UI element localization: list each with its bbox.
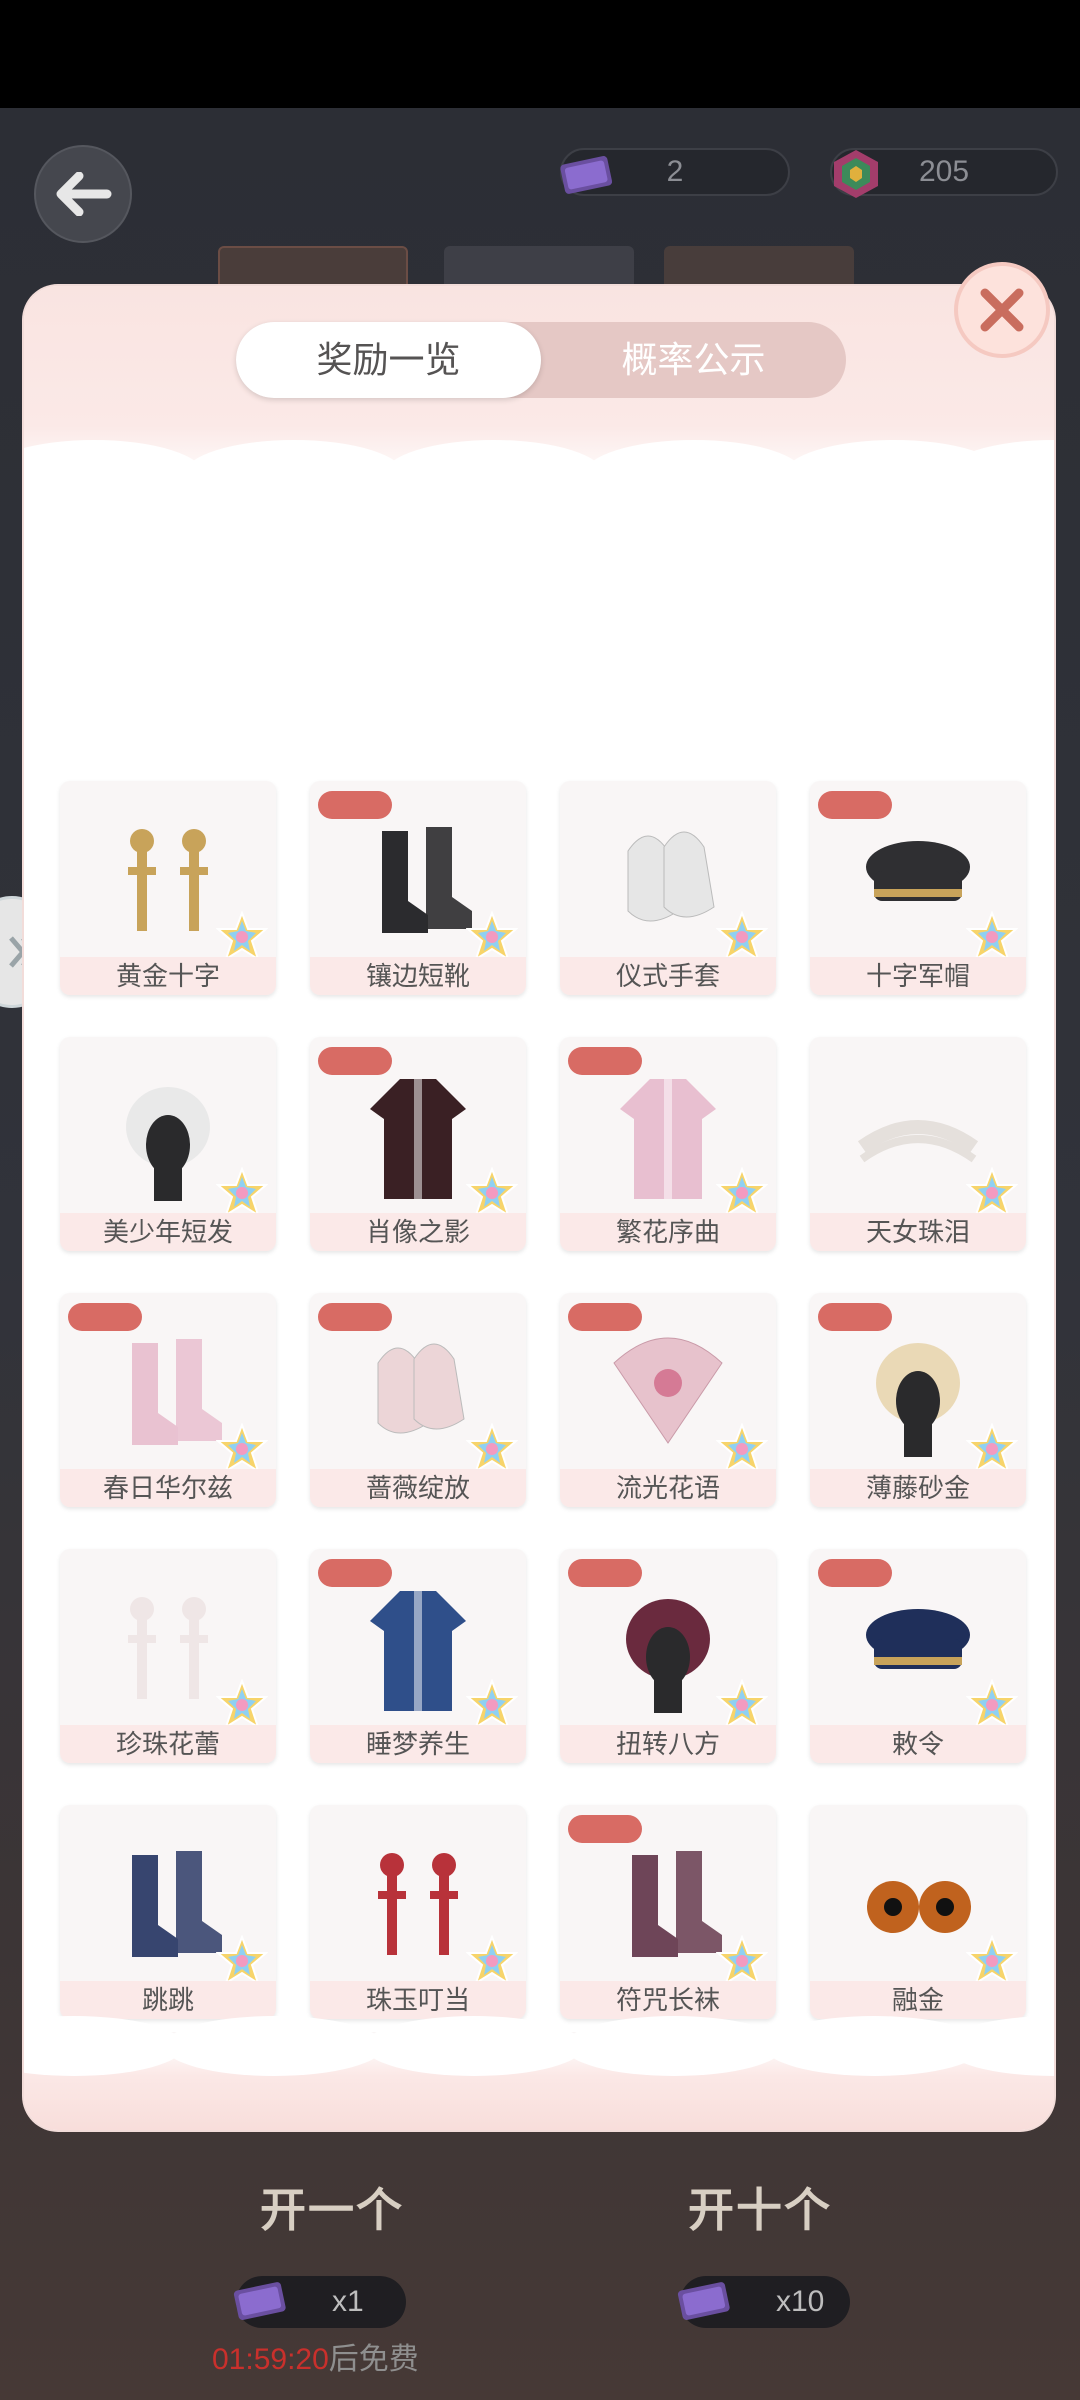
free-timer: 01:59:20后免费 (212, 2334, 419, 2378)
close-icon (980, 288, 1024, 332)
ticket-counter: 2 (560, 148, 790, 196)
back-button[interactable] (34, 145, 132, 243)
reward-card[interactable]: 美少年短发 (60, 1037, 276, 1251)
rainbow-star-icon (966, 1167, 1018, 1218)
reward-name: 扭转八方 (560, 1725, 776, 1763)
free-timer-suffix: 后免费 (328, 2343, 419, 2376)
rainbow-star-icon (966, 1679, 1018, 1730)
reward-card[interactable]: 敕令 (810, 1549, 1026, 1763)
rainbow-star-icon (216, 1679, 268, 1730)
tab-rewards[interactable]: 奖励一览 (236, 322, 541, 398)
rainbow-star-icon (466, 1167, 518, 1218)
reward-name: 镶边短靴 (310, 957, 526, 995)
reward-name: 黄金十字 (60, 957, 276, 995)
reward-card[interactable]: 珠玉叮当 (310, 1805, 526, 2019)
ticket-icon (677, 2282, 730, 2320)
reward-card[interactable]: 蔷薇绽放 (310, 1293, 526, 1507)
rainbow-star-icon (716, 1935, 768, 1986)
reward-name: 天女珠泪 (810, 1213, 1026, 1251)
reward-card[interactable]: 符咒长袜 (560, 1805, 776, 2019)
reward-name: 蔷薇绽放 (310, 1469, 526, 1507)
reward-name: 睡梦养生 (310, 1725, 526, 1763)
tab-probability[interactable]: 概率公示 (541, 322, 846, 398)
reward-card[interactable]: 春日华尔兹 (60, 1293, 276, 1507)
rainbow-star-icon (966, 1423, 1018, 1474)
reward-name: 珠玉叮当 (310, 1981, 526, 2019)
rainbow-star-icon (216, 1167, 268, 1218)
rainbow-star-icon (466, 1423, 518, 1474)
cost-ten-label: x10 (776, 2285, 825, 2318)
free-timer-time: 01:59:20 (212, 2343, 329, 2376)
reward-name: 跳跳 (60, 1981, 276, 2019)
reward-card[interactable]: 天女珠泪 (810, 1037, 1026, 1251)
rainbow-star-icon (716, 1423, 768, 1474)
close-button[interactable] (954, 262, 1050, 358)
rainbow-gem-icon (834, 150, 878, 198)
reward-card[interactable]: 十字军帽 (810, 781, 1026, 995)
reward-card[interactable]: 扭转八方 (560, 1549, 776, 1763)
reward-card[interactable]: 跳跳 (60, 1805, 276, 2019)
status-bar (0, 0, 1080, 108)
modal-footer (24, 2016, 1054, 2130)
reward-card[interactable]: 繁花序曲 (560, 1037, 776, 1251)
reward-card[interactable]: 融金 (810, 1805, 1026, 2019)
modal-tabbar: 奖励一览 概率公示 (236, 322, 846, 398)
gem-counter: 205 (830, 148, 1058, 198)
rainbow-star-icon (466, 1935, 518, 1986)
cost-ten-pill: x10 (677, 2276, 850, 2328)
rainbow-star-icon (466, 911, 518, 962)
reward-name: 十字军帽 (810, 957, 1026, 995)
arrow-left-icon (56, 172, 112, 216)
rainbow-star-icon (216, 911, 268, 962)
ticket-icon (233, 2282, 286, 2320)
reward-name: 敕令 (810, 1725, 1026, 1763)
reward-card[interactable]: 流光花语 (560, 1293, 776, 1507)
rainbow-star-icon (716, 1679, 768, 1730)
reward-list-modal: 奖励一览 概率公示 黄金十字 镶边短靴 仪式手套 十字军帽美少年短发 肖像之影 繁花序曲天… (24, 286, 1054, 2130)
cost-one-label: x1 (332, 2285, 364, 2318)
open-ten-button[interactable]: 开十个 (660, 2168, 860, 2252)
reward-name: 繁花序曲 (560, 1213, 776, 1251)
reward-name: 肖像之影 (310, 1213, 526, 1251)
gem-count: 205 (918, 155, 970, 188)
reward-name: 流光花语 (560, 1469, 776, 1507)
cost-one-pill: x1 (233, 2276, 406, 2328)
rainbow-star-icon (966, 911, 1018, 962)
reward-card[interactable]: 黄金十字 (60, 781, 276, 995)
ticket-icon (560, 156, 613, 194)
ticket-count: 2 (666, 155, 684, 188)
rainbow-star-icon (216, 1935, 268, 1986)
reward-name: 珍珠花蕾 (60, 1725, 276, 1763)
bottom-action-area (0, 2110, 1080, 2400)
reward-name: 融金 (810, 1981, 1026, 2019)
reward-name: 美少年短发 (60, 1213, 276, 1251)
reward-card[interactable]: 薄藤砂金 (810, 1293, 1026, 1507)
reward-name: 仪式手套 (560, 957, 776, 995)
reward-name: 薄藤砂金 (810, 1469, 1026, 1507)
reward-card[interactable]: 睡梦养生 (310, 1549, 526, 1763)
reward-card[interactable]: 肖像之影 (310, 1037, 526, 1251)
reward-name: 符咒长袜 (560, 1981, 776, 2019)
rainbow-star-icon (216, 1423, 268, 1474)
reward-name: 春日华尔兹 (60, 1469, 276, 1507)
rainbow-star-icon (716, 911, 768, 962)
open-one-button[interactable]: 开一个 (232, 2168, 432, 2252)
reward-card[interactable]: 珍珠花蕾 (60, 1549, 276, 1763)
reward-card[interactable]: 镶边短靴 (310, 781, 526, 995)
reward-card[interactable]: 仪式手套 (560, 781, 776, 995)
rainbow-star-icon (716, 1167, 768, 1218)
rainbow-star-icon (466, 1679, 518, 1730)
rainbow-star-icon (966, 1935, 1018, 1986)
